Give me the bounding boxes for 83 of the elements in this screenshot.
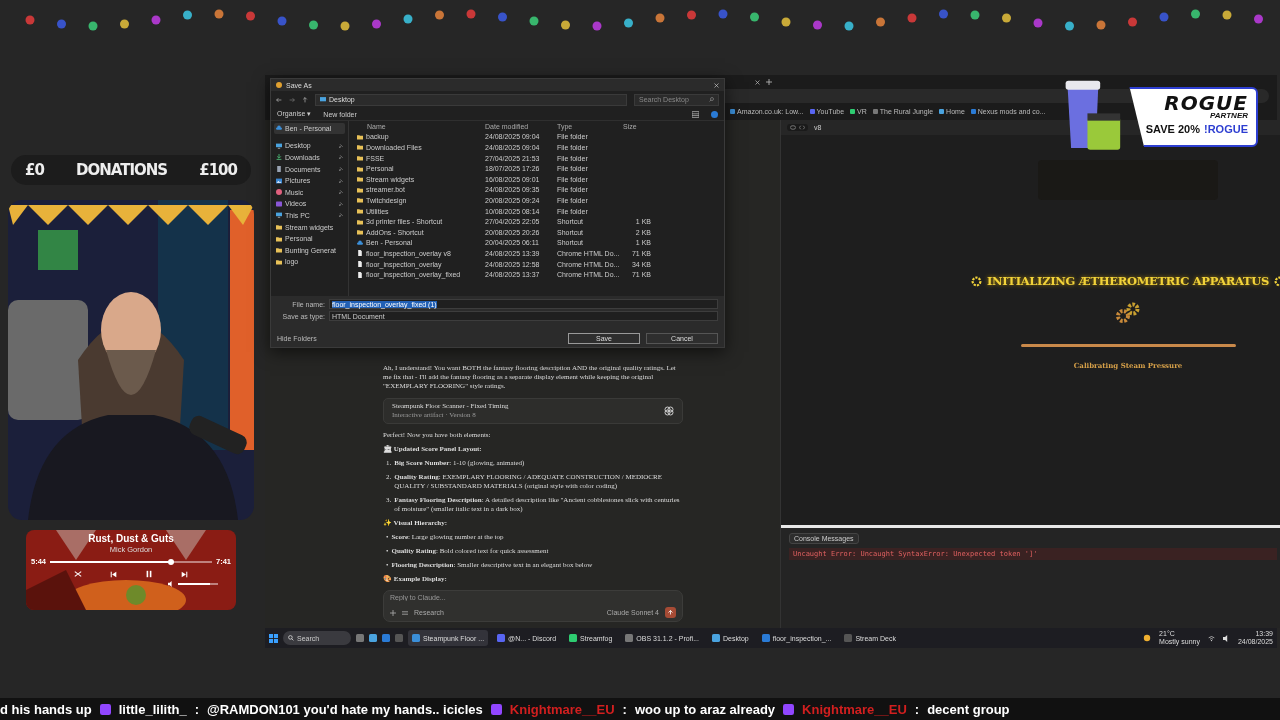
donation-goal: £100 <box>199 161 237 179</box>
pin-icon <box>339 213 343 218</box>
download-icon <box>276 154 282 161</box>
up-icon[interactable] <box>302 96 308 103</box>
chat-username: Knightmare__EU <box>509 701 615 717</box>
forward-icon[interactable] <box>289 96 295 103</box>
gears-icon <box>1115 302 1142 324</box>
app-icon <box>712 634 720 642</box>
shuffle-icon[interactable] <box>74 570 82 578</box>
send-button[interactable] <box>665 607 676 618</box>
monitor-icon <box>276 212 282 219</box>
windows-icon[interactable] <box>269 633 278 643</box>
site-icon <box>939 109 945 114</box>
brand-name: ROGUE <box>1164 93 1248 113</box>
view-icon[interactable] <box>692 110 699 118</box>
pause-icon[interactable] <box>145 570 153 578</box>
chat-separator: : <box>914 701 920 717</box>
monitor-icon <box>320 97 326 102</box>
badge-icon <box>99 703 111 715</box>
artifact-icon <box>664 406 674 416</box>
close-icon[interactable] <box>714 82 719 88</box>
donation-start: £0 <box>25 161 44 179</box>
site-icon <box>872 109 878 114</box>
app-icon <box>761 634 770 642</box>
chat-separator: : <box>622 701 627 717</box>
chat-message: decent group <box>927 701 1010 717</box>
app-icon <box>625 634 634 642</box>
search-icon <box>288 635 294 641</box>
eye-icon <box>790 125 796 130</box>
donation-title: DONATIONS <box>76 161 168 179</box>
document-icon <box>276 166 282 173</box>
sun-icon <box>1143 634 1152 642</box>
site-icon <box>850 109 856 114</box>
app-icon <box>412 634 420 642</box>
image-icon <box>276 177 282 184</box>
site-icon <box>970 109 976 114</box>
site-icon <box>809 109 815 114</box>
site-icon <box>730 109 735 114</box>
music-icon <box>276 189 282 196</box>
plus-icon[interactable] <box>766 79 772 85</box>
sliders-icon[interactable] <box>402 609 408 616</box>
offer-text: SAVE 20% <box>1145 123 1200 135</box>
gear-icon <box>971 275 982 287</box>
back-icon[interactable] <box>276 96 282 103</box>
cloud-icon <box>276 125 282 132</box>
pin-icon <box>339 143 343 148</box>
search-icon <box>709 97 714 102</box>
pin-icon <box>339 201 343 206</box>
app-icon <box>569 634 578 642</box>
pin-icon <box>339 190 343 195</box>
previous-icon[interactable] <box>110 570 117 578</box>
pin-icon <box>339 155 343 160</box>
app-icon <box>844 634 853 642</box>
pin-icon <box>339 178 343 183</box>
brand-tag: PARTNER <box>1210 111 1248 120</box>
next-icon[interactable] <box>181 570 188 578</box>
app-icon <box>497 634 506 642</box>
monitor-icon <box>276 142 282 149</box>
progress-thumb[interactable] <box>168 558 175 565</box>
chat-message: @RAMDON101 you'd hate my hands.. icicles <box>207 701 483 717</box>
song-title: Rust, Dust & Guts <box>88 533 174 544</box>
volume-icon <box>168 581 174 587</box>
arrow-up-icon <box>668 610 673 615</box>
chat-message: d his hands up <box>0 701 92 717</box>
help-icon[interactable] <box>711 110 718 118</box>
close-icon[interactable] <box>755 79 760 85</box>
wifi-icon <box>1207 634 1215 642</box>
chat-separator: : <box>194 701 199 717</box>
view-toggle[interactable] <box>787 124 808 131</box>
browser-icon <box>276 82 282 88</box>
speaker-icon <box>1222 634 1230 642</box>
chat-username: little_lilith_ <box>118 701 187 717</box>
badge-icon <box>783 703 795 715</box>
offer-code: !ROGUE <box>1204 123 1248 135</box>
chat-username: Knightmare__EU <box>802 701 907 717</box>
loading-heading: INITIALIZING ÆTHEROMETRIC APPARATUS <box>987 274 1270 288</box>
video-icon <box>276 200 282 207</box>
code-icon <box>799 125 805 130</box>
plus-icon[interactable] <box>390 609 396 616</box>
cloud-icon <box>357 239 363 246</box>
badge-icon <box>490 703 502 715</box>
pin-icon <box>339 167 343 172</box>
chat-message: woo up to araz already <box>634 701 776 717</box>
